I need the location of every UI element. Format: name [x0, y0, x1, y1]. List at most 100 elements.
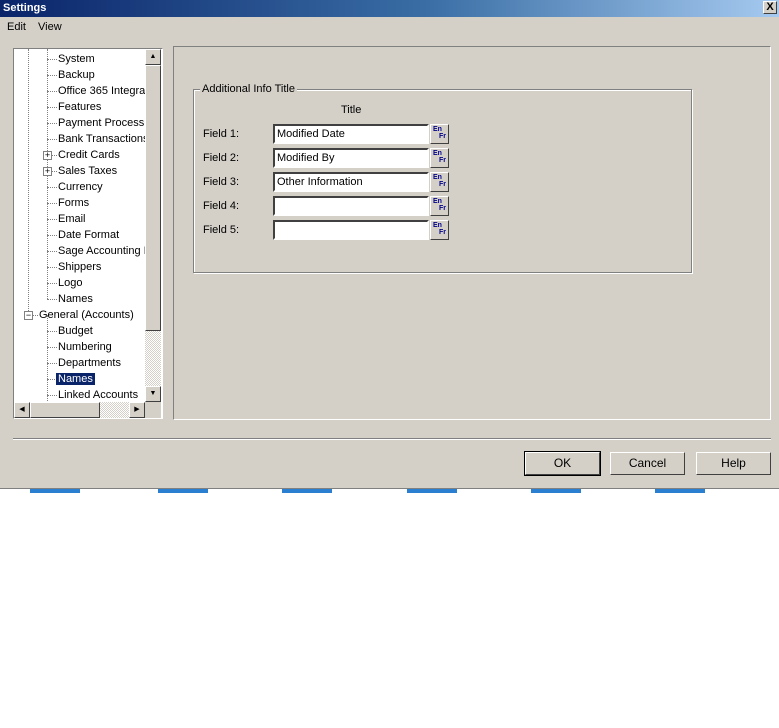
vertical-scroll-thumb[interactable]	[145, 65, 161, 331]
close-button[interactable]: X	[763, 1, 777, 14]
english-icon: En	[433, 174, 442, 181]
field-3-input[interactable]	[273, 172, 429, 192]
tree-item[interactable]: Currency	[58, 180, 103, 196]
expand-icon[interactable]: +	[43, 167, 52, 176]
tree-item-label: Office 365 Integrat	[58, 85, 145, 97]
expand-icon[interactable]: +	[43, 151, 52, 160]
cancel-button[interactable]: Cancel	[610, 452, 685, 475]
tree-connector	[47, 107, 57, 108]
field-1-input[interactable]	[273, 124, 429, 144]
group-title: Additional Info Title	[200, 83, 297, 95]
footer-separator	[13, 438, 771, 440]
tree-connector	[47, 347, 57, 348]
tree-item[interactable]: Logo	[58, 276, 82, 292]
scroll-left-icon[interactable]: ◀	[14, 402, 30, 418]
tree-item-label: Names	[56, 373, 95, 385]
tree-item[interactable]: Features	[58, 100, 101, 116]
field-1-label: Field 1:	[203, 128, 240, 140]
tree-item-label: Linked Accounts	[58, 389, 139, 401]
field-2-language-button[interactable]: En Fr	[430, 148, 449, 168]
tree-item[interactable]: Date Format	[58, 228, 119, 244]
background-artifact	[30, 489, 80, 493]
tree-item-label: Backup	[58, 69, 95, 81]
tree-content: System Backup Office 365 Integrat Features P…	[14, 49, 145, 402]
tree-item-label: Numbering	[58, 341, 112, 353]
french-icon: Fr	[439, 157, 446, 164]
tree-connector	[47, 299, 57, 300]
tree-item[interactable]: Office 365 Integrat	[58, 84, 145, 100]
field-1-language-button[interactable]: En Fr	[430, 124, 449, 144]
background-artifact	[531, 489, 581, 493]
tree-item[interactable]: Names	[58, 292, 93, 308]
tree-item[interactable]: Bank Transactions	[58, 132, 145, 148]
tree-item[interactable]: Backup	[58, 68, 95, 84]
tree-item-label: Forms	[58, 197, 90, 209]
collapse-icon[interactable]: −	[24, 311, 33, 320]
tree-item-label: Date Format	[58, 229, 120, 241]
column-header-title: Title	[341, 104, 362, 116]
field-3-language-button[interactable]: En Fr	[430, 172, 449, 192]
tree-horizontal-scrollbar[interactable]: ◀ ▶	[14, 402, 145, 418]
tree-item-label: Names	[58, 293, 93, 305]
tree-item[interactable]: Budget	[58, 324, 93, 340]
tree-item[interactable]: Linked Accounts	[58, 388, 138, 402]
tree-item-label: Credit Cards	[58, 149, 120, 161]
tree-item-label: Features	[58, 101, 102, 113]
french-icon: Fr	[439, 229, 446, 236]
tree-item[interactable]: Sage Accounting I	[58, 244, 145, 260]
tree-item[interactable]: Email	[58, 212, 86, 228]
field-5-language-button[interactable]: En Fr	[430, 220, 449, 240]
menu-edit[interactable]: Edit	[7, 21, 26, 33]
scroll-down-icon[interactable]: ▼	[145, 386, 161, 402]
tree-item[interactable]: Sales Taxes	[58, 164, 117, 180]
tree-item-label: Shippers	[58, 261, 102, 273]
english-icon: En	[433, 126, 442, 133]
field-5-input[interactable]	[273, 220, 429, 240]
field-4-input[interactable]	[273, 196, 429, 216]
settings-tree: System Backup Office 365 Integrat Features P…	[13, 48, 163, 419]
tree-item-label: Currency	[58, 181, 103, 193]
background-artifact	[282, 489, 332, 493]
tree-item[interactable]: Departments	[58, 356, 121, 372]
tree-connector	[47, 251, 57, 252]
tree-item[interactable]: Shippers	[58, 260, 101, 276]
tree-vertical-scrollbar[interactable]: ▲ ▼	[145, 49, 161, 402]
background-artifact	[655, 489, 705, 493]
scrollbar-corner	[145, 402, 161, 418]
tree-connector	[47, 315, 48, 402]
field-4-language-button[interactable]: En Fr	[430, 196, 449, 216]
tree-connector	[47, 219, 57, 220]
tree-item-label: Payment Processin	[58, 117, 145, 129]
title-bar[interactable]: Settings X	[0, 0, 779, 17]
french-icon: Fr	[439, 205, 446, 212]
english-icon: En	[433, 150, 442, 157]
tree-item[interactable]: Names	[56, 372, 95, 388]
tree-item[interactable]: Numbering	[58, 340, 112, 356]
tree-connector	[47, 59, 57, 60]
field-2-input[interactable]	[273, 148, 429, 168]
tree-connector	[47, 139, 57, 140]
field-5-label: Field 5:	[203, 224, 240, 236]
tree-connector	[28, 49, 29, 315]
help-button[interactable]: Help	[696, 452, 771, 475]
tree-item[interactable]: Forms	[58, 196, 89, 212]
ok-button[interactable]: OK	[524, 451, 601, 476]
tree-connector	[47, 395, 57, 396]
tree-connector	[47, 283, 57, 284]
tree-connector	[47, 91, 57, 92]
tree-item[interactable]: System	[58, 52, 95, 68]
tree-connector	[47, 123, 57, 124]
scroll-right-icon[interactable]: ▶	[129, 402, 145, 418]
tree-item[interactable]: Payment Processin	[58, 116, 145, 132]
tree-connector	[47, 363, 57, 364]
tree-item-label: System	[58, 53, 95, 65]
menu-view[interactable]: View	[38, 21, 62, 33]
english-icon: En	[433, 198, 442, 205]
background-artifact	[407, 489, 457, 493]
tree-item[interactable]: Credit Cards	[58, 148, 120, 164]
tree-item[interactable]: General (Accounts)	[39, 308, 134, 324]
scroll-up-icon[interactable]: ▲	[145, 49, 161, 65]
horizontal-scroll-thumb[interactable]	[30, 402, 100, 418]
background-artifact	[158, 489, 208, 493]
tree-connector	[47, 235, 57, 236]
